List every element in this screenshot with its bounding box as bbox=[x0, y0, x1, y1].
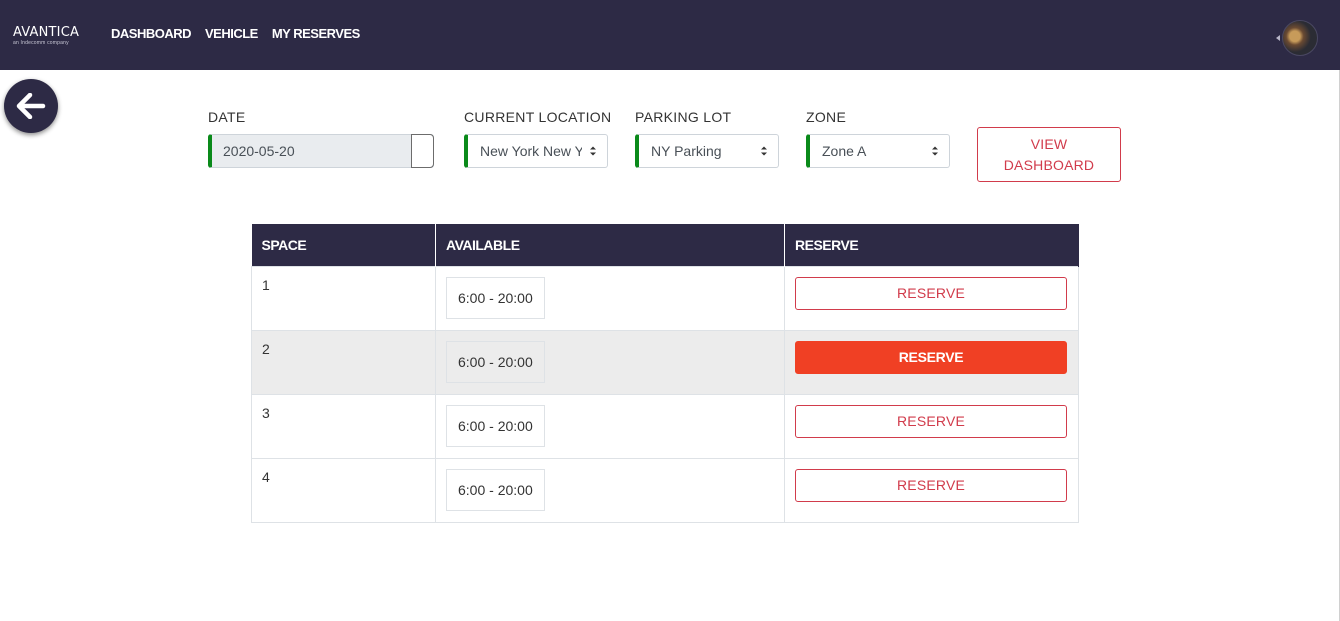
user-menu[interactable] bbox=[1276, 20, 1318, 56]
date-picker-button[interactable] bbox=[411, 134, 434, 168]
available-time: 6:00 - 20:00 bbox=[446, 340, 545, 383]
space-number: 3 bbox=[251, 393, 436, 459]
space-number: 4 bbox=[251, 457, 436, 523]
chevron-updown-icon bbox=[932, 146, 938, 156]
nav-dashboard[interactable]: DASHBOARD bbox=[111, 26, 192, 41]
location-label: CURRENT LOCATION bbox=[464, 109, 612, 125]
location-value: New York New York bbox=[480, 143, 582, 159]
parking-lot-select[interactable]: NY Parking bbox=[635, 134, 779, 168]
chevron-updown-icon bbox=[761, 146, 767, 156]
space-number: 1 bbox=[251, 265, 436, 331]
table-row: 3 6:00 - 20:00 RESERVE bbox=[251, 393, 1079, 459]
view-dashboard-line1: VIEW bbox=[1030, 136, 1068, 152]
zone-select[interactable]: Zone A bbox=[806, 134, 950, 168]
arrow-left-icon bbox=[16, 93, 46, 119]
location-select[interactable]: New York New York bbox=[464, 134, 608, 168]
zone-value: Zone A bbox=[822, 143, 867, 159]
reserve-button[interactable]: RESERVE bbox=[795, 340, 1067, 374]
reserve-button[interactable]: RESERVE bbox=[795, 404, 1067, 438]
table-row: 2 6:00 - 20:00 RESERVE bbox=[251, 329, 1079, 395]
nav-vehicle[interactable]: VEHICLE bbox=[205, 26, 258, 41]
table-header-row: SPACE AVAILABLE RESERVE bbox=[251, 224, 1079, 266]
header-reserve: RESERVE bbox=[784, 224, 1079, 266]
lot-label: PARKING LOT bbox=[635, 109, 732, 125]
user-avatar[interactable] bbox=[1282, 20, 1318, 56]
brand-logo[interactable]: AVANTICA an Indecomm company bbox=[13, 25, 80, 47]
space-number: 2 bbox=[251, 329, 436, 395]
lot-value: NY Parking bbox=[651, 143, 722, 159]
header-space: SPACE bbox=[251, 224, 436, 266]
main-nav: DASHBOARD VEHICLE MY RESERVES bbox=[111, 26, 360, 41]
parking-spaces-table: SPACE AVAILABLE RESERVE 1 6:00 - 20:00 R… bbox=[251, 224, 1079, 523]
top-navbar: AVANTICA an Indecomm company DASHBOARD V… bbox=[0, 0, 1340, 70]
available-time: 6:00 - 20:00 bbox=[446, 276, 545, 319]
caret-left-icon bbox=[1276, 35, 1280, 41]
reserve-button[interactable]: RESERVE bbox=[795, 468, 1067, 502]
view-dashboard-line2: DASHBOARD bbox=[1003, 157, 1095, 173]
available-time: 6:00 - 20:00 bbox=[446, 404, 545, 447]
view-dashboard-button[interactable]: VIEW DASHBOARD bbox=[977, 127, 1121, 182]
date-field[interactable]: 2020-05-20 bbox=[208, 134, 434, 168]
date-label: DATE bbox=[208, 109, 246, 125]
logo-subtitle: an Indecomm company bbox=[13, 40, 69, 46]
back-button[interactable] bbox=[4, 79, 58, 133]
table-row: 1 6:00 - 20:00 RESERVE bbox=[251, 265, 1079, 331]
nav-my-reserves[interactable]: MY RESERVES bbox=[272, 26, 360, 41]
table-row: 4 6:00 - 20:00 RESERVE bbox=[251, 457, 1079, 523]
zone-label: ZONE bbox=[806, 109, 847, 125]
chevron-updown-icon bbox=[590, 146, 596, 156]
date-value: 2020-05-20 bbox=[223, 143, 295, 159]
reserve-button[interactable]: RESERVE bbox=[795, 276, 1067, 310]
available-time: 6:00 - 20:00 bbox=[446, 468, 545, 511]
header-available: AVAILABLE bbox=[435, 224, 785, 266]
logo-text: AVANTICA bbox=[13, 25, 80, 40]
